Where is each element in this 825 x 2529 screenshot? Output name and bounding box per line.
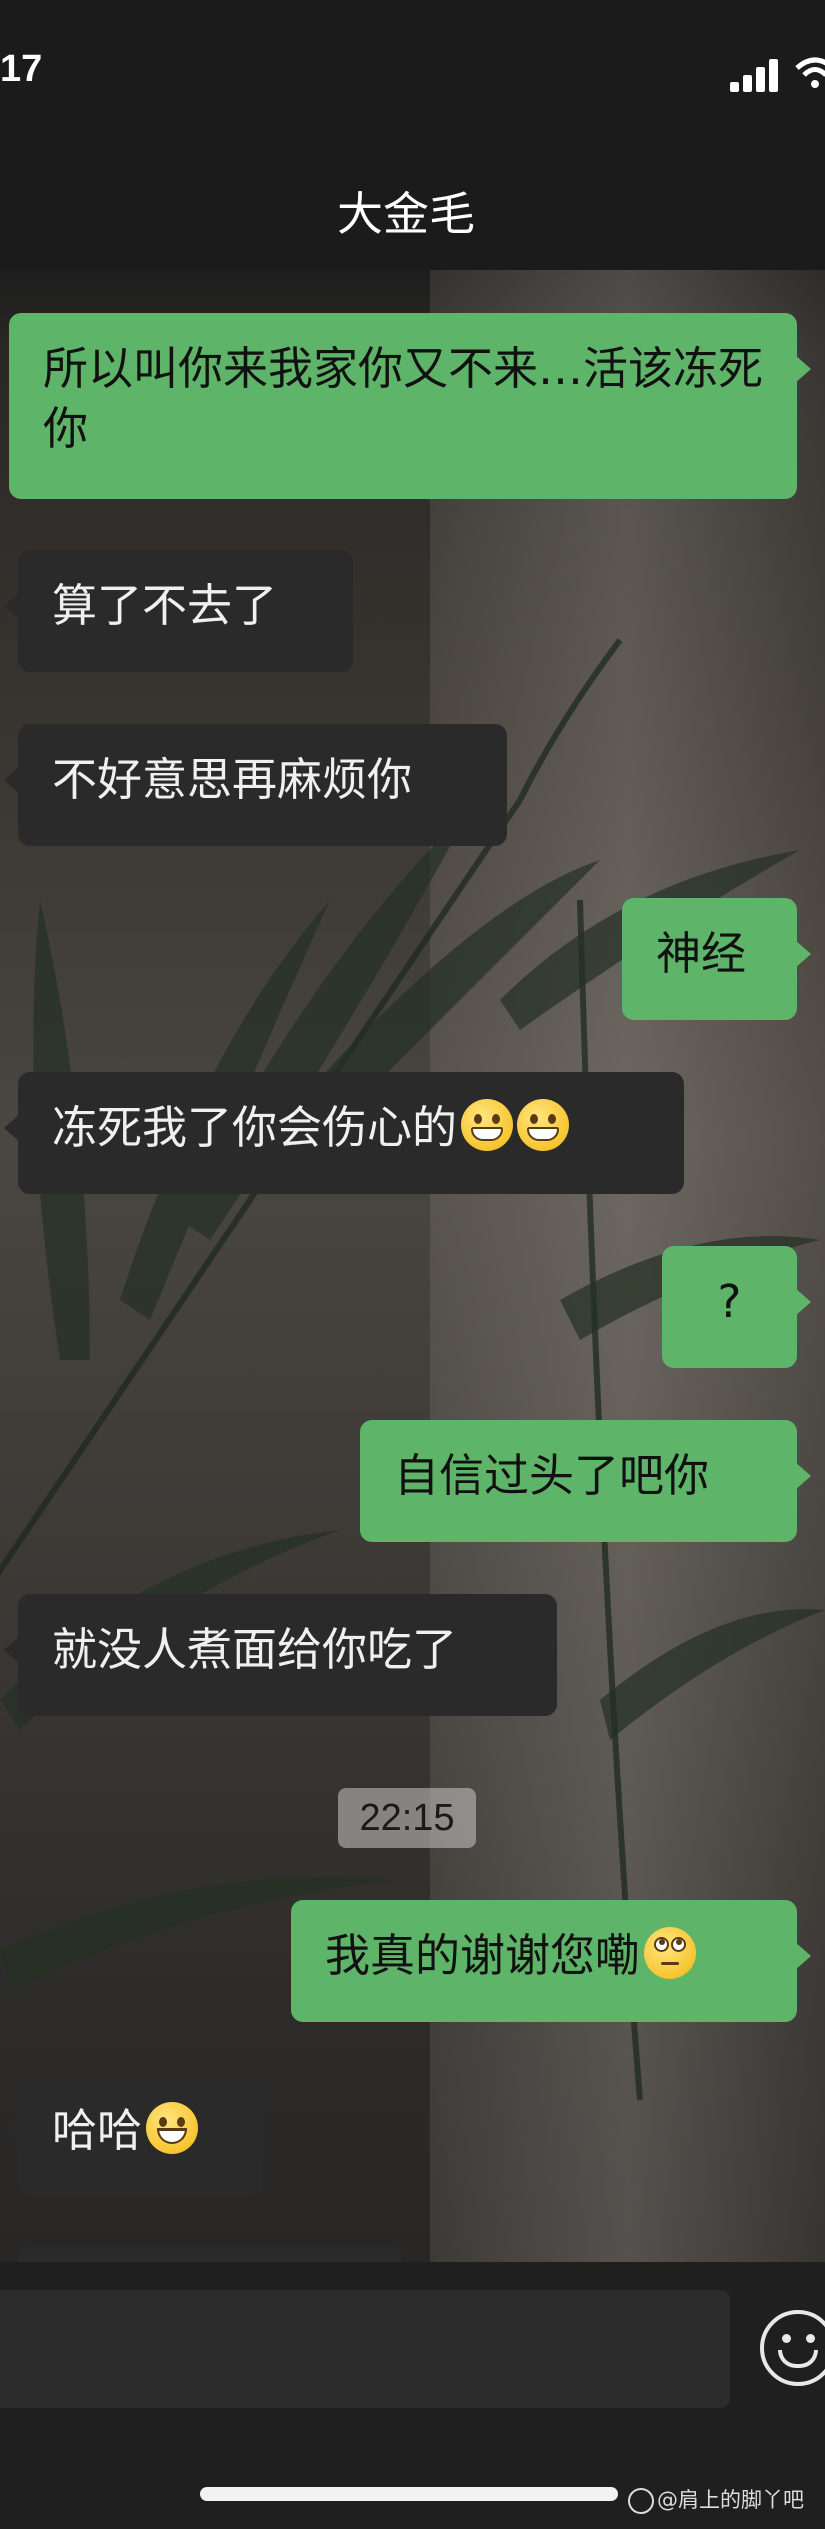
message-incoming[interactable]: 不好意思再麻烦你 bbox=[4, 724, 507, 846]
message-text: 算了不去了 bbox=[52, 579, 278, 632]
status-time: 17 bbox=[0, 48, 43, 90]
message-text: 我真的谢谢您嘞 bbox=[325, 1929, 641, 1982]
cellular-signal-icon bbox=[730, 58, 780, 92]
watermark-text: @肩上的脚丫吧 bbox=[657, 2488, 804, 2512]
chat-header: 大金毛 bbox=[0, 150, 825, 270]
message-outgoing[interactable]: 所以叫你来我家你又不来…活该冻死你 bbox=[9, 313, 811, 499]
message-text: 冻死我了你会伤心的 bbox=[52, 1101, 458, 1154]
message-text: 就没人煮面给你吃了 bbox=[52, 1623, 458, 1676]
message-incoming[interactable]: 算了不去了 bbox=[4, 550, 353, 672]
message-text: 哈哈 bbox=[52, 2104, 143, 2157]
message-text: 所以叫你来我家你又不来…活该冻死你 bbox=[43, 342, 764, 455]
message-outgoing[interactable]: 我真的谢谢您嘞 bbox=[291, 1900, 811, 2022]
home-indicator[interactable] bbox=[200, 2487, 618, 2501]
message-input[interactable] bbox=[0, 2290, 730, 2408]
contact-name: 大金毛 bbox=[337, 187, 475, 241]
message-outgoing[interactable]: 自信过头了吧你 bbox=[360, 1420, 811, 1542]
message-text: 不好意思再麻烦你 bbox=[52, 753, 413, 806]
smiley-icon[interactable] bbox=[760, 2310, 825, 2386]
watermark: @肩上的脚丫吧 bbox=[628, 2484, 804, 2514]
message-text: ? bbox=[717, 1275, 742, 1328]
wifi-icon bbox=[795, 57, 825, 88]
rolling-eyes-face-icon bbox=[644, 1927, 697, 1979]
message-outgoing[interactable]: ? bbox=[662, 1246, 811, 1368]
message-incoming[interactable]: 冻死我了你会伤心的 bbox=[4, 1072, 684, 1194]
grinning-face-icon bbox=[146, 2102, 199, 2154]
message-outgoing[interactable]: 神经 bbox=[622, 898, 811, 1020]
message-incoming[interactable]: 哈哈 bbox=[4, 2075, 263, 2197]
message-text: 自信过头了吧你 bbox=[394, 1449, 710, 1502]
status-bar: 17 bbox=[0, 0, 825, 150]
tieba-logo-icon bbox=[628, 2488, 654, 2514]
time-divider: 22:15 bbox=[338, 1788, 476, 1848]
grinning-face-icon bbox=[461, 1099, 514, 1151]
chat-screen: 17 大金毛 所以叫你来我家你又不来…活该冻死你 算了不去了 不好意思再麻烦你 … bbox=[0, 0, 825, 2529]
message-incoming[interactable]: 就没人煮面给你吃了 bbox=[4, 1594, 557, 1716]
message-text: 神经 bbox=[656, 927, 747, 980]
grinning-face-icon bbox=[517, 1099, 570, 1151]
